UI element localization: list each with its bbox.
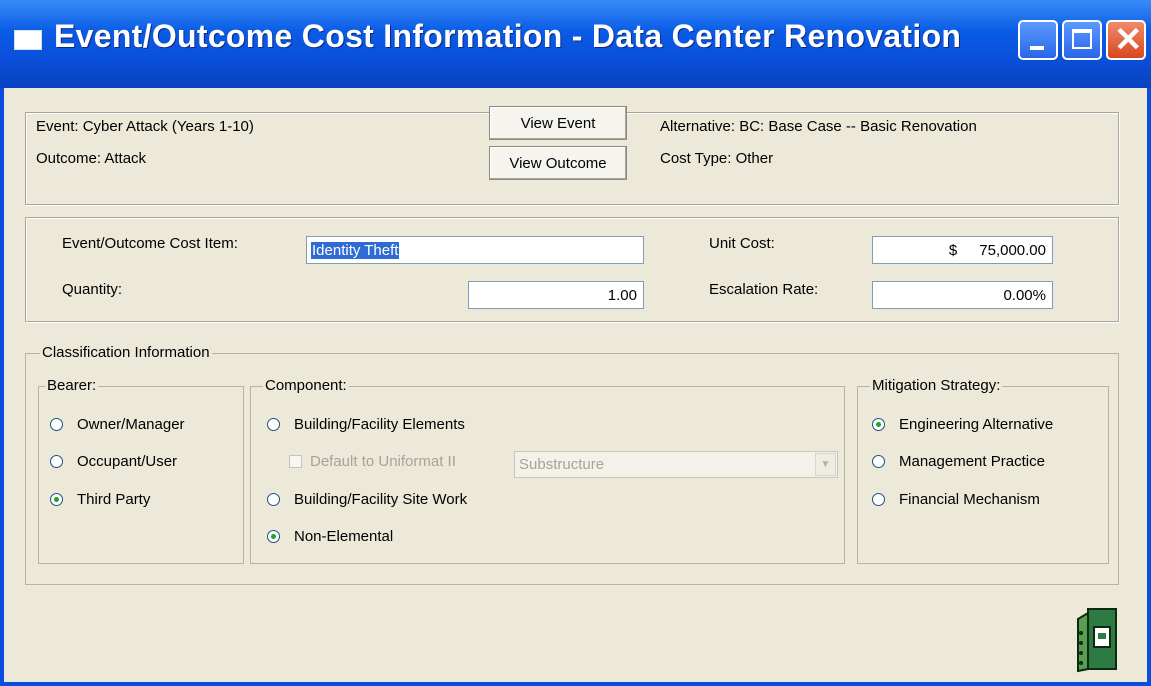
classification-title: Classification Information bbox=[40, 344, 212, 361]
checkbox-icon bbox=[289, 455, 302, 468]
close-button[interactable]: ✕ bbox=[1106, 20, 1146, 60]
radio-icon bbox=[50, 455, 63, 468]
cost-item-label: Event/Outcome Cost Item: bbox=[62, 235, 238, 252]
unit-cost-value: 75,000.00 bbox=[979, 241, 1046, 259]
cost-type-label: Cost Type: Other bbox=[660, 150, 774, 167]
title-bar[interactable]: Event/Outcome Cost Information - Data Ce… bbox=[0, 0, 1151, 88]
escalation-rate-value: 0.00% bbox=[1003, 286, 1046, 304]
escalation-rate-label: Escalation Rate: bbox=[709, 281, 819, 298]
unit-cost-label: Unit Cost: bbox=[709, 235, 775, 252]
component-option-building-elements[interactable]: Building/Facility Elements bbox=[267, 416, 465, 433]
uniformat-dropdown[interactable]: Substructure ▼ bbox=[514, 451, 838, 478]
component-option-site-work[interactable]: Building/Facility Site Work bbox=[267, 491, 467, 508]
event-label: Event: Cyber Attack (Years 1-10) bbox=[36, 118, 254, 135]
minimize-button[interactable] bbox=[1018, 20, 1058, 60]
window-title: Event/Outcome Cost Information - Data Ce… bbox=[54, 18, 962, 54]
close-icon: ✕ bbox=[1114, 21, 1143, 59]
cost-item-panel: Event/Outcome Cost Item: Identity Theft … bbox=[25, 217, 1119, 322]
radio-icon bbox=[872, 493, 885, 506]
notebook-icon[interactable] bbox=[1070, 605, 1124, 673]
window-menu-icon[interactable] bbox=[14, 30, 42, 50]
bearer-group: Bearer: Owner/Manager Occupant/User Thir… bbox=[38, 377, 244, 564]
radio-icon bbox=[50, 418, 63, 431]
bearer-option-owner[interactable]: Owner/Manager bbox=[50, 416, 185, 433]
event-info-panel: Event: Cyber Attack (Years 1-10) Outcome… bbox=[25, 106, 1119, 205]
mitigation-option-engineering[interactable]: Engineering Alternative bbox=[872, 416, 1053, 433]
radio-icon bbox=[872, 455, 885, 468]
radio-selected-icon bbox=[872, 418, 885, 431]
bearer-title: Bearer: bbox=[45, 377, 99, 394]
radio-icon bbox=[267, 493, 280, 506]
quantity-value: 1.00 bbox=[607, 286, 637, 304]
cost-item-value: Identity Theft bbox=[311, 241, 400, 259]
bearer-option-third-party[interactable]: Third Party bbox=[50, 491, 150, 508]
maximize-button[interactable] bbox=[1062, 20, 1102, 60]
cost-item-input[interactable]: Identity Theft bbox=[306, 236, 644, 264]
outcome-label: Outcome: Attack bbox=[36, 150, 147, 167]
radio-selected-icon bbox=[50, 493, 63, 506]
quantity-label: Quantity: bbox=[62, 281, 123, 298]
chevron-down-icon[interactable]: ▼ bbox=[815, 453, 836, 476]
quantity-input[interactable]: 1.00 bbox=[468, 281, 644, 309]
view-outcome-button[interactable]: View Outcome bbox=[489, 146, 627, 180]
mitigation-option-financial[interactable]: Financial Mechanism bbox=[872, 491, 1040, 508]
classification-group: Classification Information Bearer: Owner… bbox=[25, 344, 1119, 585]
mitigation-title: Mitigation Strategy: bbox=[870, 377, 1003, 394]
default-uniformat-checkbox[interactable]: Default to Uniformat II bbox=[289, 453, 456, 470]
component-group: Component: Building/Facility Elements De… bbox=[250, 377, 845, 564]
alternative-label: Alternative: BC: Base Case -- Basic Reno… bbox=[660, 118, 977, 135]
mitigation-group: Mitigation Strategy: Engineering Alterna… bbox=[857, 377, 1109, 564]
radio-selected-icon bbox=[267, 530, 280, 543]
mitigation-option-management[interactable]: Management Practice bbox=[872, 453, 1045, 470]
component-option-non-elemental[interactable]: Non-Elemental bbox=[267, 528, 393, 545]
unit-cost-currency: $ bbox=[948, 241, 958, 259]
view-event-button[interactable]: View Event bbox=[489, 106, 627, 140]
uniformat-dropdown-value: Substructure bbox=[519, 456, 605, 473]
radio-icon bbox=[267, 418, 280, 431]
component-title: Component: bbox=[263, 377, 349, 394]
escalation-rate-input[interactable]: 0.00% bbox=[872, 281, 1053, 309]
bearer-option-occupant[interactable]: Occupant/User bbox=[50, 453, 177, 470]
unit-cost-input[interactable]: $ 75,000.00 bbox=[872, 236, 1053, 264]
dialog-window: Event/Outcome Cost Information - Data Ce… bbox=[0, 0, 1151, 686]
